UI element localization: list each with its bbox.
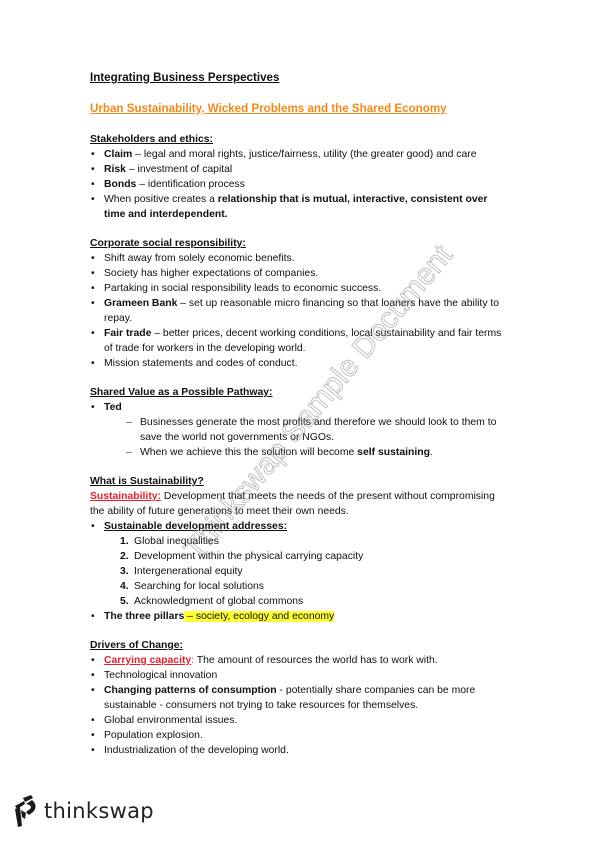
item-number: 2. bbox=[120, 551, 129, 562]
list-item: Bonds – identification process bbox=[90, 177, 510, 192]
list-item: Sustainable development addresses: 1. Glo… bbox=[90, 519, 510, 609]
list-item: Ted Businesses generate the most profits… bbox=[90, 400, 510, 460]
item-term: Changing patterns of consumption bbox=[104, 685, 277, 696]
brand-name: thinkswap bbox=[44, 799, 154, 823]
list-item: Changing patterns of consumption - poten… bbox=[90, 683, 510, 713]
list-item: Population explosion. bbox=[90, 728, 510, 743]
section-stakeholders: Stakeholders and ethics: Claim – legal a… bbox=[90, 132, 510, 222]
list-item: Mission statements and codes of conduct. bbox=[90, 356, 510, 371]
list-item: When positive creates a relationship tha… bbox=[90, 192, 510, 222]
list-item: Partaking in social responsibility leads… bbox=[90, 281, 510, 296]
section-heading: Shared Value as a Possible Pathway: bbox=[90, 387, 273, 398]
definition-term: Sustainability: bbox=[90, 491, 162, 502]
item-text: Technological innovation bbox=[104, 670, 218, 681]
list-item: The three pillars – society, ecology and… bbox=[90, 609, 510, 624]
footer-logo: thinkswap bbox=[12, 795, 154, 827]
item-text: When positive creates a bbox=[104, 194, 218, 205]
item-text: . bbox=[429, 447, 433, 458]
list-item: Shift away from solely economic benefits… bbox=[90, 251, 510, 266]
list-item: Carrying capacity: The amount of resourc… bbox=[90, 653, 510, 668]
section-heading: Drivers of Change: bbox=[90, 640, 183, 651]
item-number: 3. bbox=[120, 566, 129, 577]
bullet-list: Carrying capacity: The amount of resourc… bbox=[90, 653, 510, 758]
bullet-list: Ted Businesses generate the most profits… bbox=[90, 400, 510, 460]
definition: Sustainability: Development that meets t… bbox=[90, 489, 510, 519]
list-item: Industrialization of the developing worl… bbox=[90, 743, 510, 758]
item-text: – identification process bbox=[136, 179, 245, 190]
item-text: Global environmental issues. bbox=[104, 715, 238, 726]
document-content: Integrating Business Perspectives Urban … bbox=[90, 70, 510, 772]
section-shared-value: Shared Value as a Possible Pathway: Ted … bbox=[90, 385, 510, 460]
bullet-list: Claim – legal and moral rights, justice/… bbox=[90, 147, 510, 222]
section-heading: Stakeholders and ethics: bbox=[90, 134, 213, 145]
sub-list-item: Businesses generate the most profits and… bbox=[126, 415, 510, 445]
list-item: Claim – legal and moral rights, justice/… bbox=[90, 147, 510, 162]
item-text: Searching for local solutions bbox=[134, 581, 264, 592]
list-item: Risk – investment of capital bbox=[90, 162, 510, 177]
item-term: Ted bbox=[104, 402, 122, 413]
item-text: Shift away from solely economic benefits… bbox=[104, 253, 295, 264]
list-item: Fair trade – better prices, decent worki… bbox=[90, 326, 510, 356]
item-text: Development within the physical carrying… bbox=[134, 551, 364, 562]
list-item: Global environmental issues. bbox=[90, 713, 510, 728]
numbered-item: 2. Development within the physical carryi… bbox=[120, 549, 510, 564]
section-sustainability: What is Sustainability? Sustainability: … bbox=[90, 474, 510, 624]
definition-term: Carrying capacity bbox=[104, 655, 192, 666]
section-heading: Corporate social responsibility: bbox=[90, 238, 246, 249]
section-drivers: Drivers of Change: Carrying capacity: Th… bbox=[90, 638, 510, 758]
item-emphasis: self sustaining bbox=[357, 447, 430, 458]
item-text: Acknowledgment of global commons bbox=[134, 596, 304, 607]
section-csr: Corporate social responsibility: Shift a… bbox=[90, 236, 510, 371]
item-text: – legal and moral rights, justice/fairne… bbox=[132, 149, 477, 160]
item-term: Claim bbox=[104, 149, 133, 160]
document-subtitle: Urban Sustainability, Wicked Problems an… bbox=[90, 102, 447, 115]
highlighted-text: – society, ecology and economy bbox=[184, 611, 335, 622]
bullet-list: Sustainable development addresses: 1. Glo… bbox=[90, 519, 510, 624]
item-text: Partaking in social responsibility leads… bbox=[104, 283, 382, 294]
item-text: Mission statements and codes of conduct. bbox=[104, 358, 298, 369]
item-term: Bonds bbox=[104, 179, 137, 190]
item-term: Grameen Bank bbox=[104, 298, 178, 309]
item-text: Society has higher expectations of compa… bbox=[104, 268, 319, 279]
dash-list: Businesses generate the most profits and… bbox=[104, 415, 510, 460]
item-text: When we achieve this the solution will b… bbox=[140, 447, 358, 458]
document-title: Integrating Business Perspectives bbox=[90, 71, 280, 84]
list-item: Technological innovation bbox=[90, 668, 510, 683]
item-text: – investment of capital bbox=[125, 164, 233, 175]
item-text: Population explosion. bbox=[104, 730, 203, 741]
item-number: 1. bbox=[120, 536, 129, 547]
item-text: Businesses generate the most profits and… bbox=[140, 417, 497, 443]
item-text: Intergenerational equity bbox=[134, 566, 243, 577]
list-item: Society has higher expectations of compa… bbox=[90, 266, 510, 281]
item-text: Industrialization of the developing worl… bbox=[104, 745, 289, 756]
item-term: The three pillars bbox=[104, 611, 185, 622]
numbered-item: 1. Global inequalities bbox=[120, 534, 510, 549]
item-number: 4. bbox=[120, 581, 129, 592]
document-page: Integrating Business Perspectives Urban … bbox=[0, 0, 595, 842]
item-text: Global inequalities bbox=[134, 536, 219, 547]
item-term: Risk bbox=[104, 164, 126, 175]
numbered-list: 1. Global inequalities 2. Development with… bbox=[104, 534, 510, 609]
thinkswap-logo-icon bbox=[12, 795, 38, 827]
item-text: – better prices, decent working conditio… bbox=[104, 328, 502, 354]
item-term: Fair trade bbox=[104, 328, 152, 339]
numbered-item: 5. Acknowledgment of global commons bbox=[120, 594, 510, 609]
section-heading: What is Sustainability? bbox=[90, 476, 204, 487]
numbered-item: 3. Intergenerational equity bbox=[120, 564, 510, 579]
item-term: Sustainable development addresses: bbox=[104, 521, 288, 532]
sub-list-item: When we achieve this the solution will b… bbox=[126, 445, 510, 460]
bullet-list: Shift away from solely economic benefits… bbox=[90, 251, 510, 371]
item-number: 5. bbox=[120, 596, 129, 607]
list-item: Grameen Bank – set up reasonable micro f… bbox=[90, 296, 510, 326]
numbered-item: 4. Searching for local solutions bbox=[120, 579, 510, 594]
item-text: The amount of resources the world has to… bbox=[194, 655, 438, 666]
